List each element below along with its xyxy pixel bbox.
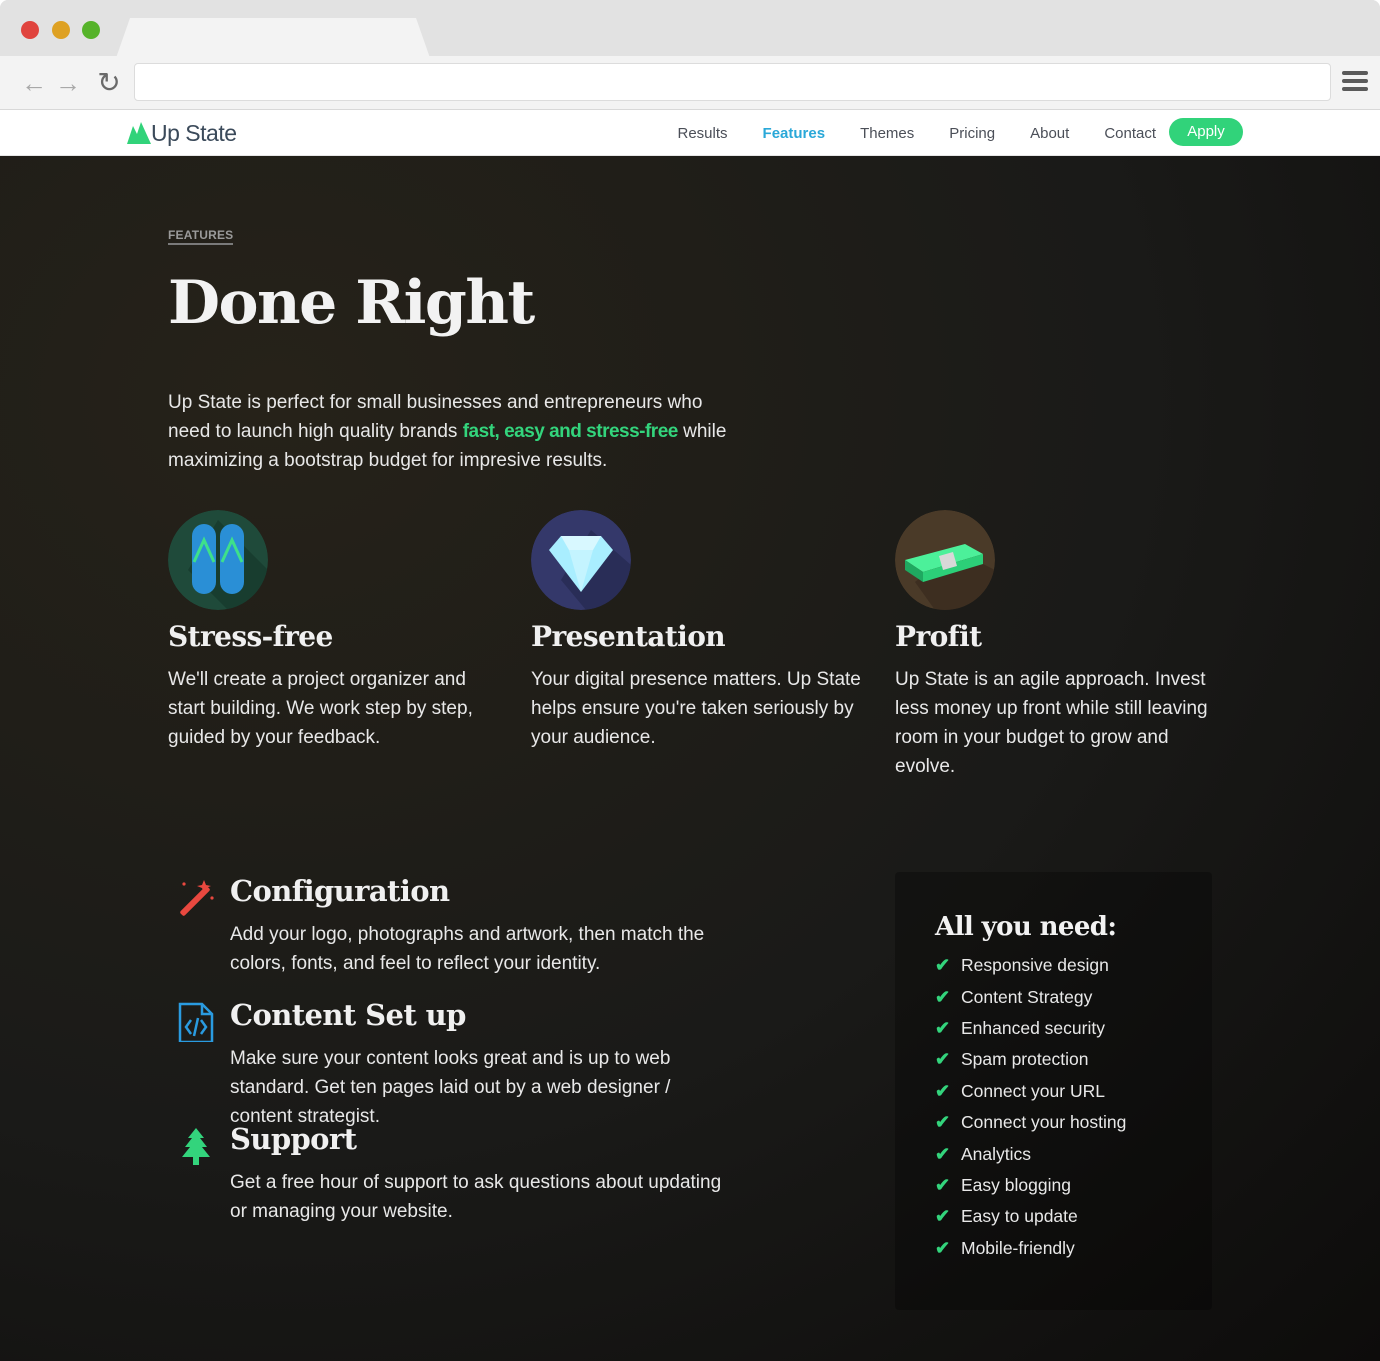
nav-link-pricing[interactable]: Pricing bbox=[949, 125, 995, 142]
check-icon: ✔ bbox=[935, 955, 951, 976]
logo-text: Up State bbox=[151, 119, 237, 146]
need-item: ✔ Content Strategy bbox=[935, 981, 1212, 1012]
feature-text: Your digital presence matters. Up State … bbox=[531, 669, 861, 748]
nav-link-results[interactable]: Results bbox=[678, 125, 728, 142]
intro-highlight: fast, easy and stress-free bbox=[462, 421, 679, 442]
check-icon: ✔ bbox=[935, 1080, 951, 1101]
detail-content-setup: Content Set up Make sure your content lo… bbox=[172, 998, 732, 1131]
need-item-label: Connect your URL bbox=[961, 1080, 1105, 1101]
all-you-need-title: All you need: bbox=[935, 912, 1117, 942]
back-arrow-icon[interactable]: ← bbox=[21, 70, 47, 96]
need-item: ✔ Analytics bbox=[935, 1138, 1212, 1169]
feature-text: Up State is an agile approach. Invest le… bbox=[895, 669, 1208, 777]
feature-presentation: Presentation Your digital presence matte… bbox=[531, 510, 861, 752]
need-item-label: Spam protection bbox=[961, 1049, 1089, 1070]
nav-link-contact[interactable]: Contact bbox=[1104, 125, 1156, 142]
need-item-label: Mobile-friendly bbox=[961, 1237, 1075, 1258]
check-icon: ✔ bbox=[935, 986, 951, 1007]
detail-title: Support bbox=[230, 1122, 357, 1156]
all-you-need-box: All you need: ✔ Responsive design ✔ Content… bbox=[895, 872, 1212, 1310]
feature-title: Profit bbox=[895, 620, 982, 653]
magic-wand-icon bbox=[180, 880, 214, 916]
need-item-label: Enhanced security bbox=[961, 1017, 1105, 1038]
intro-text: Up State is perfect for small businesses… bbox=[168, 392, 727, 471]
check-icon: ✔ bbox=[935, 1112, 951, 1133]
detail-configuration: Configuration Add your logo, photographs… bbox=[172, 874, 732, 978]
detail-text: Get a free hour of support to ask questi… bbox=[230, 1172, 722, 1222]
main-nav: Results Features Themes Pricing About Contact bbox=[660, 110, 1174, 156]
check-icon: ✔ bbox=[935, 1017, 951, 1038]
hamburger-menu-icon[interactable] bbox=[1342, 71, 1368, 93]
address-bar[interactable] bbox=[134, 63, 1331, 101]
need-item: ✔ Spam protection bbox=[935, 1044, 1212, 1075]
need-item-label: Easy to update bbox=[961, 1206, 1078, 1227]
detail-text: Add your logo, photographs and artwork, … bbox=[230, 924, 705, 974]
features-section: FEATURES Done Right Up State is perfect … bbox=[0, 156, 1380, 1361]
browser-toolbar: ← → ↻ bbox=[0, 56, 1380, 110]
reload-icon[interactable]: ↻ bbox=[96, 69, 122, 97]
nav-link-features[interactable]: Features bbox=[763, 125, 826, 142]
feature-profit: Profit Up State is an agile approach. In… bbox=[895, 510, 1225, 781]
check-icon: ✔ bbox=[935, 1174, 951, 1195]
nav-link-about[interactable]: About bbox=[1030, 125, 1069, 142]
browser-tab[interactable] bbox=[116, 18, 430, 58]
need-item: ✔ Enhanced security bbox=[935, 1013, 1212, 1044]
all-you-need-list: ✔ Responsive design ✔ Content Strategy ✔ Enha… bbox=[935, 950, 1212, 1264]
feature-title: Stress-free bbox=[168, 620, 333, 653]
page-title: Done Right bbox=[168, 268, 535, 338]
site-header: Up State Results Features Themes Pricing Abo… bbox=[0, 110, 1380, 156]
need-item: ✔ Mobile-friendly bbox=[935, 1233, 1212, 1264]
check-icon: ✔ bbox=[935, 1206, 951, 1227]
need-item: ✔ Responsive design bbox=[935, 950, 1212, 981]
nav-link-themes[interactable]: Themes bbox=[860, 125, 914, 142]
need-item-label: Connect your hosting bbox=[961, 1112, 1127, 1133]
detail-text: Make sure your content looks great and i… bbox=[230, 1048, 671, 1127]
feature-text: We'll create a project organizer and sta… bbox=[168, 669, 473, 748]
money-stack-icon bbox=[895, 510, 995, 610]
maximize-window-button[interactable] bbox=[82, 21, 100, 39]
need-item-label: Analytics bbox=[961, 1143, 1032, 1164]
close-window-button[interactable] bbox=[21, 21, 39, 39]
tree-icon bbox=[182, 1128, 210, 1165]
need-item-label: Easy blogging bbox=[961, 1174, 1071, 1195]
mountain-logo-icon bbox=[127, 122, 151, 144]
need-item: ✔ Connect your hosting bbox=[935, 1107, 1212, 1138]
detail-support: Support Get a free hour of support to as… bbox=[172, 1122, 732, 1226]
site-logo[interactable]: Up State bbox=[127, 118, 237, 148]
need-item-label: Content Strategy bbox=[961, 986, 1093, 1007]
apply-button[interactable]: Apply bbox=[1169, 118, 1243, 146]
diamond-icon bbox=[531, 510, 631, 610]
check-icon: ✔ bbox=[935, 1237, 951, 1258]
need-item: ✔ Easy to update bbox=[935, 1201, 1212, 1232]
detail-title: Configuration bbox=[230, 874, 450, 908]
need-item: ✔ Connect your URL bbox=[935, 1076, 1212, 1107]
need-item: ✔ Easy blogging bbox=[935, 1170, 1212, 1201]
feature-stress-free: Stress-free We'll create a project organ… bbox=[168, 510, 498, 752]
feature-title: Presentation bbox=[531, 620, 726, 653]
flip-flops-icon bbox=[168, 510, 268, 610]
tab-strip bbox=[0, 0, 1380, 58]
need-item-label: Responsive design bbox=[961, 955, 1109, 976]
code-file-icon bbox=[178, 1002, 214, 1042]
check-icon: ✔ bbox=[935, 1049, 951, 1070]
check-icon: ✔ bbox=[935, 1143, 951, 1164]
forward-arrow-icon[interactable]: → bbox=[55, 70, 81, 96]
minimize-window-button[interactable] bbox=[52, 21, 70, 39]
browser-chrome: ← → ↻ bbox=[0, 0, 1380, 110]
section-eyebrow: FEATURES bbox=[168, 228, 234, 245]
detail-title: Content Set up bbox=[230, 998, 466, 1032]
